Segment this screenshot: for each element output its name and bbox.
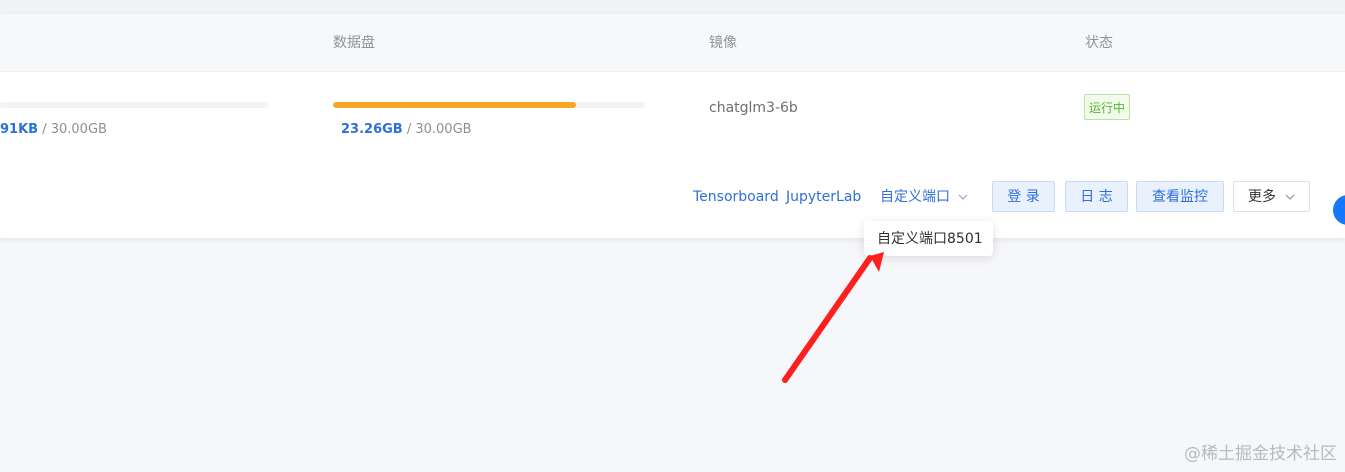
edge-action-button[interactable] <box>1333 195 1345 225</box>
jupyterlab-link[interactable]: JupyterLab <box>786 188 861 206</box>
status-badge: 运行中 <box>1084 94 1130 120</box>
chevron-down-icon <box>1285 194 1295 200</box>
header-image: 镜像 <box>709 35 737 51</box>
data-disk-total: 30.00GB <box>415 122 472 137</box>
system-disk-separator: / <box>38 122 51 137</box>
top-strip <box>0 0 1345 14</box>
data-disk-separator: / <box>402 122 416 137</box>
image-name: chatglm3-6b <box>709 100 798 116</box>
system-disk-total: 30.00GB <box>50 122 107 137</box>
data-disk-usage: 23.26GB / 30.00GB <box>341 122 472 138</box>
system-disk-used: 91KB <box>0 122 39 137</box>
system-disk-progress <box>0 102 268 108</box>
table-header: 数据盘 镜像 状态 <box>0 14 1345 72</box>
custom-port-label: 自定义端口 <box>880 189 950 205</box>
header-status: 状态 <box>1085 35 1113 51</box>
login-button[interactable]: 登 录 <box>992 181 1055 212</box>
more-label: 更多 <box>1248 189 1276 205</box>
custom-port-item[interactable]: 自定义端口8501 <box>877 230 983 248</box>
logs-button[interactable]: 日 志 <box>1065 181 1128 212</box>
header-data-disk: 数据盘 <box>333 35 375 51</box>
data-disk-progress <box>333 102 645 108</box>
red-arrow-icon <box>782 252 884 383</box>
system-disk-usage: 91KB / 30.00GB <box>0 122 107 138</box>
chevron-down-icon <box>958 194 968 200</box>
watermark: @稀土掘金技术社区 <box>1184 444 1337 464</box>
data-disk-progress-fill <box>333 102 577 108</box>
instance-card: 数据盘 镜像 状态 91KB / 30.00GB 23.26GB / 30.00… <box>0 14 1345 238</box>
custom-port-dropdown[interactable]: 自定义端口 <box>880 188 968 206</box>
tensorboard-link[interactable]: Tensorboard <box>693 188 779 206</box>
data-disk-used: 23.26GB <box>341 122 403 137</box>
monitor-button[interactable]: 查看监控 <box>1136 181 1224 212</box>
more-button[interactable]: 更多 <box>1233 181 1310 212</box>
